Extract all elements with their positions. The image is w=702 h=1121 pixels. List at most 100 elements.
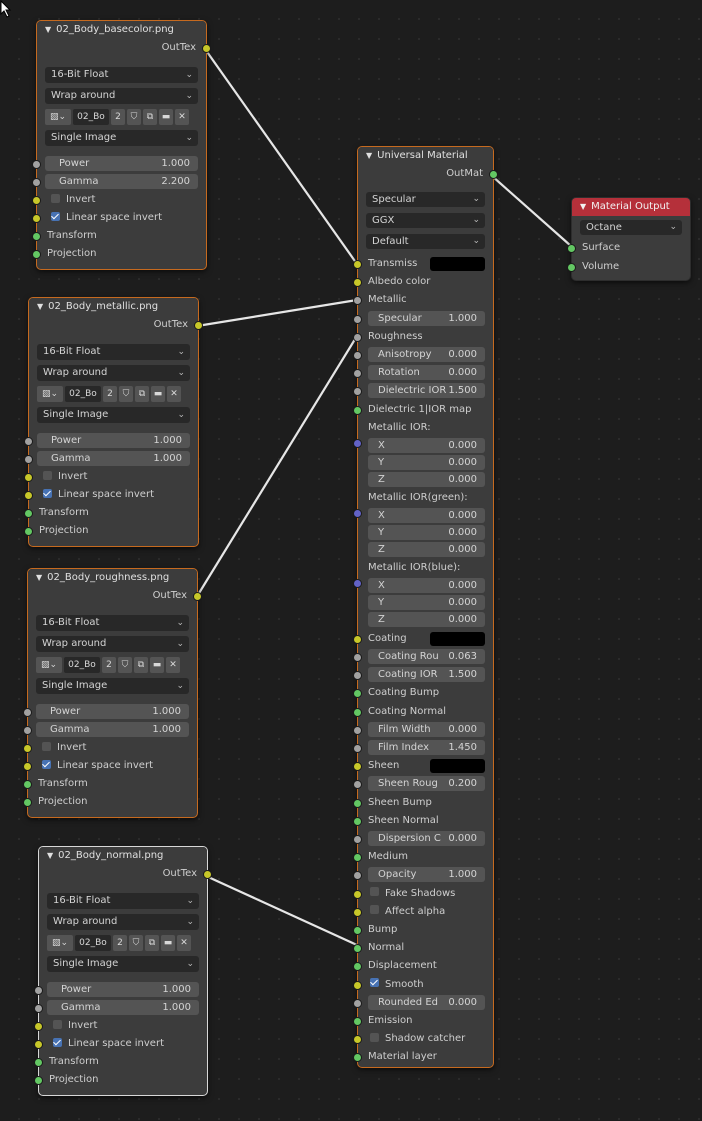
brdf-dropdown[interactable]: GGX ⌄ xyxy=(366,213,485,228)
invert-row[interactable]: Invert xyxy=(24,468,198,486)
gamma-field[interactable]: Gamma 1.000 xyxy=(36,722,189,737)
albedo-socket[interactable] xyxy=(353,278,362,288)
wrap-mode-dropdown[interactable]: Wrap around ⌄ xyxy=(36,636,189,652)
transform-socket[interactable] xyxy=(34,1058,43,1067)
user-count[interactable]: 2 xyxy=(113,935,127,951)
rounded-socket[interactable] xyxy=(353,998,362,1008)
wrap-mode-dropdown[interactable]: Wrap around ⌄ xyxy=(45,88,198,104)
sheen_rough-socket[interactable] xyxy=(353,780,362,790)
dispersion-field[interactable]: Dispersion C 0.000 xyxy=(368,831,485,846)
transmission-socket[interactable] xyxy=(353,260,362,269)
medium-socket[interactable] xyxy=(353,853,362,863)
fake-user-shield-icon[interactable]: ⛉ xyxy=(119,386,133,402)
projection-socket[interactable] xyxy=(24,527,33,536)
node-link[interactable] xyxy=(205,874,358,947)
gamma-socket[interactable] xyxy=(24,455,33,464)
affect_alpha-socket[interactable] xyxy=(353,907,362,917)
ior-z-field[interactable]: Z 0.000 xyxy=(368,611,485,627)
fake_shadows-socket[interactable] xyxy=(353,889,362,899)
transform-socket[interactable] xyxy=(32,232,41,241)
fake_shadows-checkbox[interactable] xyxy=(370,887,379,897)
film_index-field[interactable]: Film Index 1.450 xyxy=(368,740,485,755)
sheen-socket[interactable] xyxy=(353,762,362,772)
fake-user-shield-icon[interactable]: ⛉ xyxy=(129,935,143,951)
dielectric_ior-field[interactable]: Dielectric IOR 1.500 xyxy=(368,383,485,399)
sheen_normal-socket[interactable] xyxy=(353,816,362,826)
render-target-dropdown[interactable]: Octane ⌄ xyxy=(580,220,682,235)
affect_alpha-row[interactable]: Affect alpha xyxy=(353,903,493,921)
smooth-checkbox[interactable] xyxy=(370,978,379,988)
smooth-row[interactable]: Smooth xyxy=(353,976,493,994)
duplicate-icon[interactable]: ⧉ xyxy=(143,109,157,125)
dispersion-socket[interactable] xyxy=(353,835,362,844)
unlink-close-icon[interactable]: ✕ xyxy=(177,935,191,951)
collapse-triangle-icon[interactable]: ▼ xyxy=(366,151,372,160)
normal-socket[interactable] xyxy=(353,944,362,954)
image-name-field[interactable]: 02_Bo xyxy=(75,935,111,951)
power-field[interactable]: Power 1.000 xyxy=(47,982,199,997)
dielectric_map-socket[interactable] xyxy=(353,405,362,415)
volume-socket[interactable] xyxy=(567,263,576,272)
coating-color-swatch[interactable] xyxy=(430,631,485,646)
invert-checkbox[interactable] xyxy=(43,470,52,480)
roughness-socket[interactable] xyxy=(353,332,362,342)
invert-socket[interactable] xyxy=(34,1022,43,1031)
fake-user-shield-icon[interactable]: ⛉ xyxy=(118,657,132,673)
source-dropdown[interactable]: Single Image ⌄ xyxy=(36,678,189,694)
image-texture-node[interactable]: ▼ 02_Body_roughness.png OutTex 16-Bit Flo… xyxy=(23,568,202,818)
wrap-mode-dropdown[interactable]: Wrap around ⌄ xyxy=(37,365,190,381)
node-header[interactable]: ▼ Universal Material xyxy=(358,147,493,165)
duplicate-icon[interactable]: ⧉ xyxy=(145,935,159,951)
surface-socket[interactable] xyxy=(567,244,576,253)
rotation-socket[interactable] xyxy=(353,369,362,379)
film_width-socket[interactable] xyxy=(353,725,362,735)
user-count[interactable]: 2 xyxy=(111,109,125,125)
film_width-field[interactable]: Film Width 0.000 xyxy=(368,721,485,737)
linear-space-row[interactable]: Linear space invert xyxy=(24,486,198,504)
duplicate-icon[interactable]: ⧉ xyxy=(134,657,148,673)
film_index-socket[interactable] xyxy=(353,744,362,753)
linear-space-checkbox[interactable] xyxy=(53,1037,62,1047)
shadow_catcher-socket[interactable] xyxy=(353,1035,362,1045)
open-folder-icon[interactable]: ▬ xyxy=(159,109,173,125)
fake-user-shield-icon[interactable]: ⛉ xyxy=(127,109,141,125)
node-header[interactable]: ▼ 02_Body_basecolor.png xyxy=(37,21,206,39)
anisotropy-field[interactable]: Anisotropy 0.000 xyxy=(368,347,485,362)
coating_ior-socket[interactable] xyxy=(353,671,362,681)
invert-socket[interactable] xyxy=(24,473,33,482)
ior-z-field[interactable]: Z 0.000 xyxy=(368,541,485,557)
fake_shadows-row[interactable]: Fake Shadows xyxy=(353,885,493,903)
image-texture-node[interactable]: ▼ 02_Body_basecolor.png OutTex 16-Bit Flo… xyxy=(32,20,211,270)
invert-checkbox[interactable] xyxy=(53,1019,62,1029)
collapse-triangle-icon[interactable]: ▼ xyxy=(580,202,586,211)
material-output-node[interactable]: ▼ Material Output Octane ⌄ Surface Volume xyxy=(567,197,691,281)
linear-space-socket[interactable] xyxy=(34,1040,43,1049)
power-socket[interactable] xyxy=(24,437,33,446)
transmission-color-swatch[interactable] xyxy=(430,257,485,271)
smooth-socket[interactable] xyxy=(353,980,362,990)
gamma-socket[interactable] xyxy=(34,1004,43,1013)
ior-z-field[interactable]: Z 0.000 xyxy=(368,471,485,487)
image-browse-icon[interactable]: ▧⌄ xyxy=(37,386,63,402)
projection-socket[interactable] xyxy=(23,798,32,807)
coating_rough-socket[interactable] xyxy=(353,653,362,662)
power-socket[interactable] xyxy=(32,160,41,169)
unlink-close-icon[interactable]: ✕ xyxy=(167,386,181,402)
linear-space-checkbox[interactable] xyxy=(42,759,51,769)
node-link[interactable] xyxy=(491,175,572,247)
open-folder-icon[interactable]: ▬ xyxy=(150,657,164,673)
linear-space-row[interactable]: Linear space invert xyxy=(34,1035,207,1053)
sheen-color-swatch[interactable] xyxy=(430,759,485,774)
node-header[interactable]: ▼ 02_Body_metallic.png xyxy=(29,298,198,316)
collapse-triangle-icon[interactable]: ▼ xyxy=(47,851,53,860)
ior-x-field[interactable]: X 0.000 xyxy=(368,577,485,593)
sheen_rough-field[interactable]: Sheen Roug 0.200 xyxy=(368,776,485,792)
mode-dropdown[interactable]: Specular ⌄ xyxy=(366,192,485,207)
collapse-triangle-icon[interactable]: ▼ xyxy=(37,302,43,311)
collapse-triangle-icon[interactable]: ▼ xyxy=(36,573,42,582)
metallic-socket[interactable] xyxy=(353,296,362,306)
bump-socket[interactable] xyxy=(353,926,362,935)
linear-space-checkbox[interactable] xyxy=(51,211,60,221)
image-name-field[interactable]: 02_Bo xyxy=(73,109,109,125)
outtex-socket[interactable] xyxy=(203,870,212,879)
